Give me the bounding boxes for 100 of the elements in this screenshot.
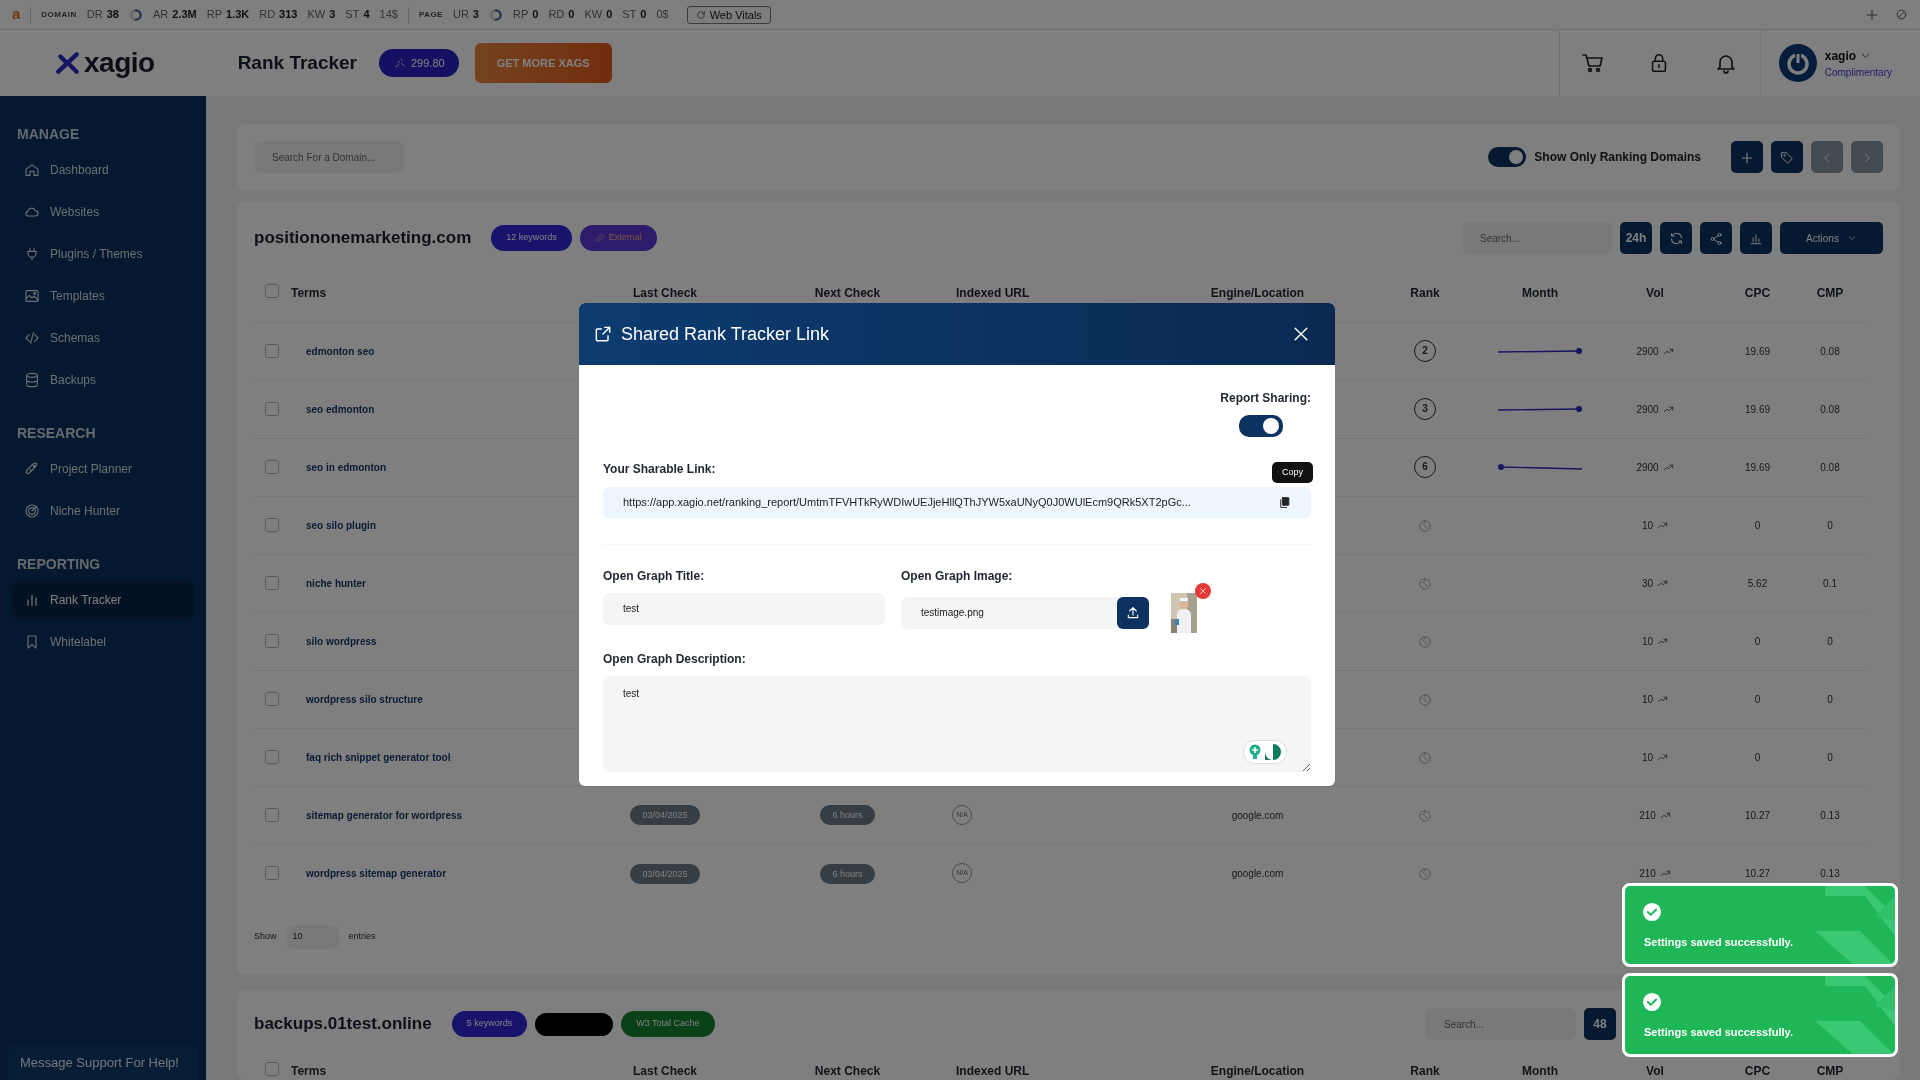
metric-value: 2.3M [172,7,197,23]
sidebar-item[interactable]: Rank Tracker [12,581,194,619]
metric-label: AR [152,7,169,23]
keyword-link[interactable]: edmonton seo [291,345,375,357]
schedule-badge: 6 hours [820,805,875,826]
competition-value: 0 [1827,519,1833,531]
keyword-link[interactable]: wordpress silo structure [291,693,423,705]
refresh-button[interactable] [1660,222,1692,254]
bar-chart-icon [24,592,40,608]
add-button[interactable] [1731,141,1763,173]
cpc-value: 0 [1754,693,1761,705]
share-icon [593,324,613,344]
metric-label: KW [307,7,326,23]
keyword-link[interactable]: sitemap generator for wordpress [291,809,463,821]
keyword-link[interactable]: faq rich snippet generator tool [291,751,451,763]
column-header: Terms [291,286,327,301]
field-label: Report Sharing: [1220,390,1311,407]
row-checkbox[interactable] [265,401,279,416]
row-checkbox[interactable] [265,807,279,822]
ring-icon [488,7,503,22]
cpc-value: 19.69 [1745,461,1770,473]
keyword-link[interactable]: seo silo plugin [291,519,376,531]
row-checkbox[interactable] [265,691,279,706]
chart-button[interactable] [1740,222,1772,254]
sidebar-item[interactable]: Schemas [12,319,194,357]
toggle-switch[interactable] [1239,415,1283,437]
metric-value: 0 [640,7,647,23]
period-button[interactable]: 24h [1620,222,1652,254]
keyword-search-field[interactable]: Search... [1426,1008,1576,1040]
get-more-xags-button[interactable]: GET MORE XAGS [474,42,612,84]
competition-value: 0.13 [1820,809,1840,821]
tag-button[interactable] [1771,141,1803,173]
metric-label: RD [548,7,565,23]
keyword-link[interactable]: seo in edmonton [291,461,386,473]
row-checkbox[interactable] [265,517,279,532]
sidebar-item[interactable]: Niche Hunter [12,492,194,530]
volume-value: 2900 [1636,402,1659,417]
sidebar-item[interactable]: Project Planner [12,450,194,488]
sidebar-item[interactable]: Plugins / Themes [12,235,194,273]
select-all-checkbox[interactable] [265,1062,279,1076]
column-header: Indexed URL [956,1064,1030,1078]
competition-value: 0.08 [1820,403,1840,415]
keyword-link[interactable]: seo edmonton [291,403,375,415]
field-label: Your Sharable Link: [603,462,716,476]
link-icon [594,233,605,243]
web-vitals-button[interactable]: Web Vitals [686,5,771,24]
og-title-field[interactable]: test [603,592,885,625]
page-size-select[interactable]: 10 [286,925,339,949]
support-button[interactable]: Message Support For Help! [8,1044,198,1080]
row-checkbox[interactable] [265,575,279,590]
metric-value: 3 [472,7,479,23]
competition-value: 0 [1827,635,1833,647]
metric-value: 1.3K [225,7,250,23]
domain-search-field[interactable]: Search For a Domain... [254,141,404,173]
share-button[interactable] [1700,222,1732,254]
home-icon [24,162,40,178]
select-all-checkbox[interactable] [265,284,279,299]
schedule-badge: 6 hours [820,863,875,884]
period-button[interactable]: 48 [1584,1008,1616,1040]
sidebar-item[interactable]: Websites [12,193,194,231]
plan-name: Complimentary [1824,65,1892,80]
keyword-link[interactable]: wordpress sitemap generator [291,867,447,879]
metric-label: RP [512,7,529,23]
row-checkbox[interactable] [265,633,279,648]
row-checkbox[interactable] [265,459,279,474]
keyword-link[interactable]: niche hunter [291,577,366,589]
sidebar-item[interactable]: Whitelabel [12,623,194,661]
column-header: Last Check [633,286,697,301]
check-circle-icon [1642,992,1662,1012]
field-label: Open Graph Description: [603,651,746,666]
sidebar-section-title: MANAGE [17,125,81,144]
toggle-switch[interactable] [1488,147,1527,167]
remove-image-button[interactable] [1195,582,1211,599]
sidebar-item[interactable]: Backups [12,361,194,399]
metric-label: RD [259,7,276,23]
section-label: PAGE [418,8,443,21]
plug-icon [24,246,40,262]
row-checkbox[interactable] [265,865,279,880]
section-label: DOMAIN [41,8,77,21]
og-description-field[interactable]: test [603,676,1311,772]
avatar-icon[interactable] [1778,44,1817,82]
column-header: CMP [1816,1064,1844,1078]
row-checkbox[interactable] [265,749,279,764]
sidebar-item[interactable]: Dashboard [12,151,194,189]
og-image-field[interactable]: testimage.png [901,596,1117,629]
volume-value: 10 [1641,692,1654,707]
row-checkbox[interactable] [265,343,279,358]
next-button[interactable] [1851,141,1883,173]
xags-balance-button[interactable]: 299.80 [379,48,459,78]
show-label: Show [254,930,277,944]
previous-button[interactable] [1811,141,1843,173]
bar-chart-icon [1749,231,1763,246]
keyword-link[interactable]: silo wordpress [291,635,377,647]
upload-button[interactable] [1117,596,1149,629]
keyword-search-field[interactable]: Search... [1462,222,1612,254]
share-icon [1709,231,1723,246]
actions-button[interactable]: Actions [1780,222,1883,254]
plus-icon [1865,7,1879,22]
metric-value: 0 [606,7,613,23]
sidebar-item[interactable]: Templates [12,277,194,315]
